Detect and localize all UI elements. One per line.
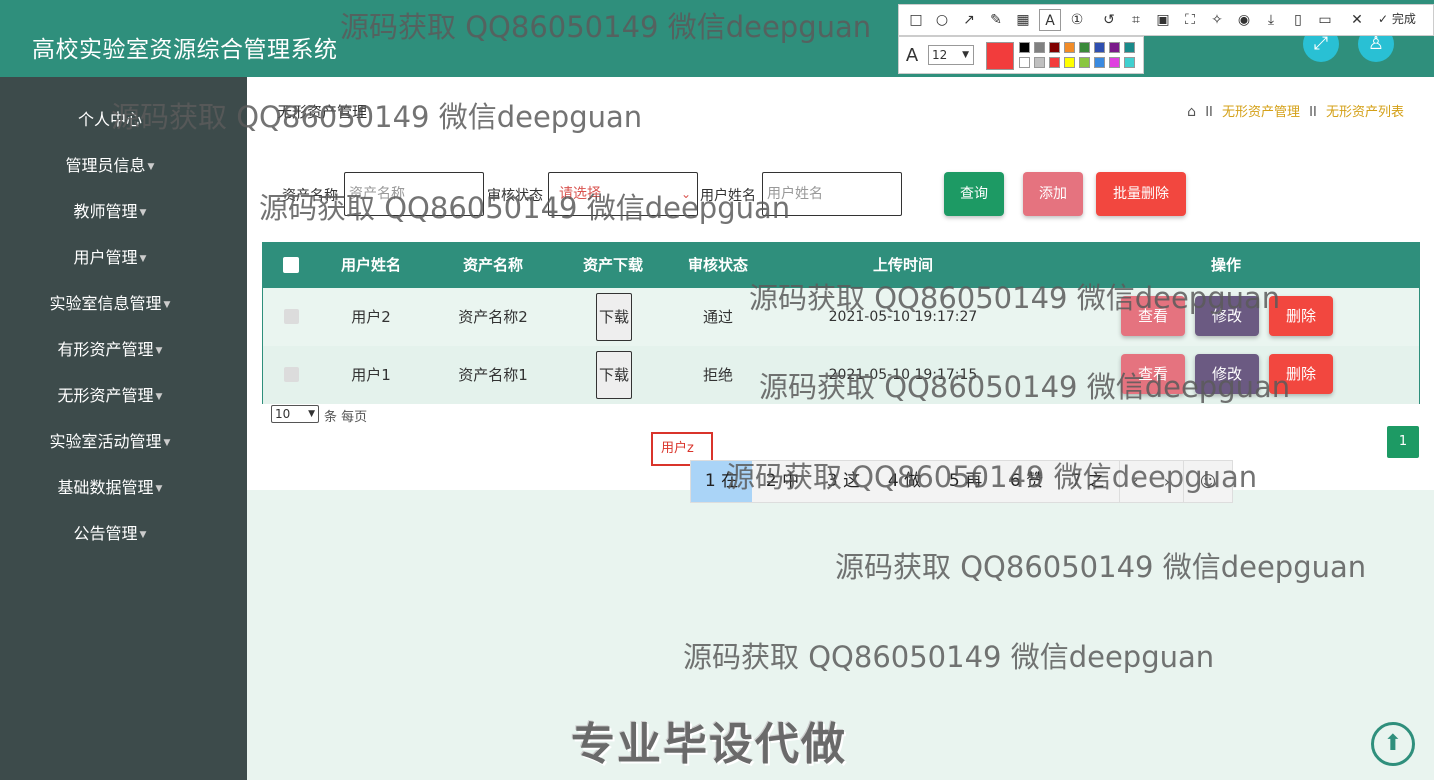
number-icon[interactable]: ① [1066,9,1088,31]
save-icon[interactable]: ▯ [1287,9,1309,31]
column-header[interactable]: 资产名称 [443,243,543,288]
page-size-select[interactable]: 10 ▼ [271,405,319,423]
watermark: 源码获取 QQ86050149 微信deepguan [726,460,1258,494]
caret-down-icon: ▼ [139,253,147,264]
select-all-checkbox[interactable] [283,257,299,273]
crop-icon[interactable]: ⌗ [1125,9,1147,31]
download-button[interactable]: 下载 [596,351,632,399]
sidebar-item-intangible-assets[interactable]: 无形资产管理 ▼ [0,381,220,411]
watermark: 源码获取 QQ86050149 微信deepguan [259,191,791,225]
page-size-label: 条 每页 [324,410,368,425]
ocr-icon[interactable]: ⛶ [1179,9,1201,31]
color-swatch[interactable] [1064,57,1075,68]
page-button-current[interactable]: 1 [1387,426,1419,458]
user-icon: ♙ [1367,33,1385,54]
sidebar-item-tangible-assets[interactable]: 有形资产管理 ▼ [0,335,220,365]
breadcrumb-item: 无形资产列表 [1325,105,1404,120]
color-swatch[interactable] [1064,42,1075,53]
watermark: 源码获取 QQ86050149 微信deepguan [111,100,643,134]
color-swatch[interactable] [1124,57,1135,68]
app-title: 高校实验室资源综合管理系统 [32,37,338,63]
pen-icon[interactable]: ✎ [985,9,1007,31]
font-size-select[interactable]: 12 ▼ [928,45,974,65]
home-icon[interactable]: ⌂ [1187,104,1196,120]
color-swatch[interactable] [1049,57,1060,68]
expand-icon: ⤢ [1313,33,1329,54]
sidebar-item-admin-info[interactable]: 管理员信息 ▼ [0,151,220,181]
close-icon[interactable]: ✕ [1346,9,1368,31]
watermark: 源码获取 QQ86050149 微信deepguan [340,10,872,44]
color-swatch[interactable] [1079,57,1090,68]
slogan-watermark: 专业毕设代做 [571,719,847,770]
cell-asset-name: 资产名称1 [458,366,528,384]
color-swatch[interactable] [1094,57,1105,68]
sidebar-item-base-data[interactable]: 基础数据管理 ▼ [0,473,220,503]
color-swatch[interactable] [1019,42,1030,53]
watermark: 源码获取 QQ86050149 微信deepguan [759,370,1291,404]
column-header[interactable]: 用户姓名 [321,243,421,288]
download-button[interactable]: 下载 [596,293,632,341]
current-color-swatch[interactable] [986,42,1014,70]
mosaic-icon[interactable]: ▦ [1012,9,1034,31]
arrow-icon[interactable]: ↗ [958,9,980,31]
sidebar-item-notice[interactable]: 公告管理 ▼ [0,519,220,549]
download-icon[interactable]: ⤓ [1260,9,1282,31]
rectangle-icon[interactable]: □ [905,9,927,31]
batch-delete-button[interactable]: 批量删除 [1096,172,1186,216]
arrow-up-icon: ⬆ [1383,731,1403,756]
color-swatch[interactable] [1079,42,1090,53]
caret-down-icon: ▼ [139,529,147,540]
bookmark-icon[interactable]: ▭ [1314,9,1336,31]
caret-down-icon: ▼ [163,437,171,448]
color-swatch[interactable] [1124,42,1135,53]
color-swatch[interactable] [1049,42,1060,53]
row-checkbox[interactable] [284,309,299,324]
color-swatch[interactable] [1034,57,1045,68]
pin-icon[interactable]: ▣ [1152,9,1174,31]
breadcrumb: ⌂ II 无形资产管理 II 无形资产列表 [1187,104,1404,120]
watermark: 源码获取 QQ86050149 微信deepguan [835,550,1367,584]
color-swatch[interactable] [1019,57,1030,68]
color-swatch[interactable] [1034,42,1045,53]
query-button[interactable]: 查询 [944,172,1004,216]
watermark: 源码获取 QQ86050149 微信deepguan [683,640,1215,674]
column-header[interactable]: 资产下载 [563,243,663,288]
cell-username: 用户2 [351,308,391,326]
sidebar-item-lab-info[interactable]: 实验室信息管理 ▼ [0,289,220,319]
caret-down-icon: ▼ [147,161,155,172]
font-icon: A [905,45,919,66]
chevron-down-icon: ▼ [308,409,315,419]
sidebar-item-teacher[interactable]: 教师管理 ▼ [0,197,220,227]
caret-down-icon: ▼ [155,483,163,494]
color-swatch[interactable] [1109,42,1120,53]
chevron-down-icon: ▼ [962,50,969,60]
done-button[interactable]: ✓ 完成 [1378,10,1416,27]
caret-down-icon: ▼ [155,345,163,356]
caret-down-icon: ▼ [155,391,163,402]
caret-down-icon: ▼ [163,299,171,310]
scroll-to-top-button[interactable]: ⬆ [1371,722,1415,766]
row-checkbox[interactable] [284,367,299,382]
color-swatch[interactable] [1109,57,1120,68]
undo-icon[interactable]: ↺ [1098,9,1120,31]
ellipse-icon[interactable]: ○ [931,9,953,31]
text-icon[interactable]: A [1039,9,1061,31]
record-icon[interactable]: ◉ [1233,9,1255,31]
caret-down-icon: ▼ [139,207,147,218]
cell-status: 拒绝 [702,366,733,384]
cell-asset-name: 资产名称2 [458,308,528,326]
watermark: 源码获取 QQ86050149 微信deepguan [749,281,1281,315]
magic-icon[interactable]: ✧ [1206,9,1228,31]
color-swatch[interactable] [1094,42,1105,53]
check-icon: ✓ [1378,12,1389,26]
sidebar: 个人中心 管理员信息 ▼ 教师管理 ▼ 用户管理 ▼ 实验室信息管理 ▼ 有形资产管理 ▼… [0,77,247,780]
add-button[interactable]: 添加 [1023,172,1083,216]
cell-username: 用户1 [351,366,391,384]
breadcrumb-item[interactable]: 无形资产管理 [1222,105,1300,120]
sidebar-item-lab-activity[interactable]: 实验室活动管理 ▼ [0,427,220,457]
sidebar-item-user[interactable]: 用户管理 ▼ [0,243,220,273]
